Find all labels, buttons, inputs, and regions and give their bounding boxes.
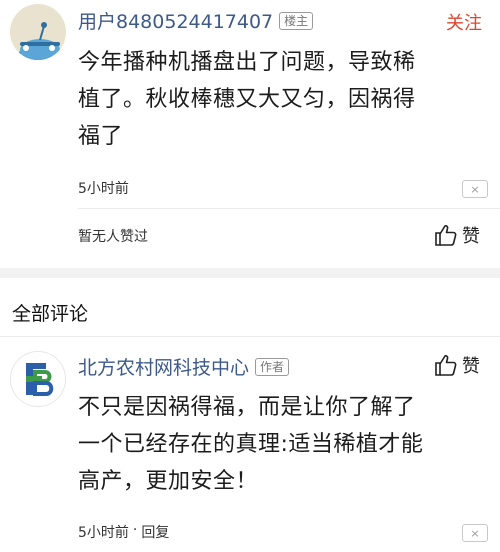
post-separator: [78, 208, 500, 209]
comment-meta: 5小时前 · 回复: [78, 522, 169, 542]
close-icon: ×: [470, 182, 480, 196]
close-icon: ×: [470, 526, 480, 540]
comment-body-line: 一个已经存在的真理:适当稀植才能: [78, 432, 424, 457]
comment-like-button[interactable]: 赞: [434, 352, 480, 378]
robot-avatar-icon: [10, 4, 66, 60]
post-like-button[interactable]: 赞: [434, 222, 480, 248]
comment-body: 不只是因祸得福，而是让你了解了 一个已经存在的真理:适当稀植才能 高产，更加安全…: [78, 389, 493, 500]
post-body-line: 今年播种机播盘出了问题，导致稀: [78, 50, 416, 75]
op-badge: 楼主: [279, 11, 314, 30]
comment-body-line: 高产，更加安全！: [78, 469, 259, 494]
post-body: 今年播种机播盘出了问题，导致稀 植了。秋收棒穗又大又匀，因祸得 福了: [78, 44, 493, 155]
comments-section-title: 全部评论: [12, 303, 89, 325]
follow-button[interactable]: 关注: [446, 9, 482, 35]
meta-separator: ·: [132, 522, 138, 538]
comment-body-line: 不只是因祸得福，而是让你了解了: [78, 395, 416, 420]
thumbs-up-icon: [435, 355, 457, 376]
post-dismiss-button[interactable]: ×: [462, 180, 488, 198]
comment-dismiss-button[interactable]: ×: [462, 524, 488, 542]
no-likes-text: 暂无人赞过: [78, 229, 148, 245]
post-body-line: 福了: [78, 124, 124, 149]
author-badge: 作者: [255, 357, 290, 376]
section-divider: [0, 268, 500, 278]
reply-button[interactable]: 回复: [141, 522, 169, 542]
comment-author-name[interactable]: 北方农村网科技中心: [78, 353, 249, 380]
comment-time: 5小时前: [78, 525, 129, 541]
comments-title-separator: [0, 336, 500, 337]
farm-network-logo-icon: [11, 352, 65, 406]
post-author-name[interactable]: 用户8480524417407: [78, 7, 273, 34]
post-like-label: 赞: [462, 226, 480, 247]
post-time: 5小时前: [78, 181, 129, 197]
thumbs-up-icon: [435, 225, 457, 246]
comment-avatar[interactable]: [10, 351, 66, 407]
post-body-line: 植了。秋收棒穗又大又匀，因祸得: [78, 87, 416, 112]
comment-like-label: 赞: [462, 356, 480, 377]
post-avatar[interactable]: [10, 4, 66, 60]
